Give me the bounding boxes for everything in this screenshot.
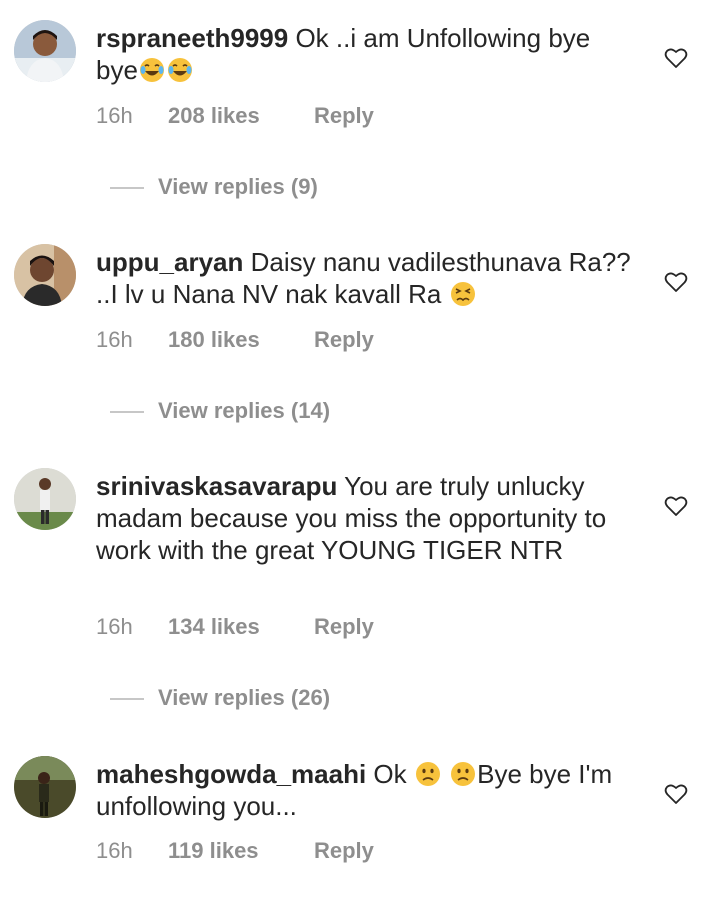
view-replies-label: View replies (14) [158, 398, 331, 423]
reply-button[interactable]: Reply [314, 614, 374, 640]
comment-meta: 16h 134 likes Reply [96, 614, 374, 640]
reply-button[interactable]: Reply [314, 103, 374, 129]
frowning-face-emoji-icon [415, 762, 440, 786]
comment-time: 16h [96, 327, 133, 352]
comment-time: 16h [96, 614, 133, 639]
comment-meta: 16h 208 likes Reply [96, 103, 374, 129]
comment-body: rspraneeth9999 Ok ..i am Unfollowing bye… [96, 22, 631, 86]
comment-username[interactable]: rspraneeth9999 [96, 23, 288, 53]
comment-body: srinivaskasavarapu You are truly unlucky… [96, 470, 631, 566]
heart-outline-icon[interactable] [664, 47, 688, 69]
avatar[interactable] [14, 244, 76, 306]
laughing-emoji-icon [139, 58, 164, 82]
heart-outline-icon[interactable] [664, 495, 688, 517]
comment-body: uppu_aryan Daisy nanu vadilesthunava Ra?… [96, 246, 631, 310]
comment-meta: 16h 119 likes Reply [96, 838, 374, 864]
heart-outline-icon[interactable] [664, 783, 688, 805]
view-replies-label: View replies (26) [158, 685, 331, 710]
divider-line [110, 187, 144, 190]
reply-button[interactable]: Reply [314, 838, 374, 864]
heart-outline-icon[interactable] [664, 271, 688, 293]
likes-count[interactable]: 208 likes [168, 103, 314, 129]
avatar[interactable] [14, 756, 76, 818]
frowning-face-emoji-icon [451, 762, 476, 786]
comment-time: 16h [96, 103, 133, 128]
comment-body: maheshgowda_maahi Ok Bye bye I'm unfollo… [96, 758, 631, 822]
comment-text: Ok [366, 759, 414, 789]
view-replies-label: View replies (9) [158, 174, 318, 199]
reply-button[interactable]: Reply [314, 327, 374, 353]
avatar[interactable] [14, 468, 76, 530]
comment-username[interactable]: maheshgowda_maahi [96, 759, 366, 789]
view-replies-button[interactable]: View replies (9) [110, 174, 318, 200]
avatar[interactable] [14, 20, 76, 82]
likes-count[interactable]: 180 likes [168, 327, 314, 353]
laughing-emoji-icon [167, 58, 192, 82]
persevering-face-emoji-icon [450, 282, 475, 306]
comment-meta: 16h 180 likes Reply [96, 327, 374, 353]
likes-count[interactable]: 134 likes [168, 614, 314, 640]
likes-count[interactable]: 119 likes [168, 838, 314, 864]
comment-time: 16h [96, 838, 133, 863]
divider-line [110, 698, 144, 701]
view-replies-button[interactable]: View replies (14) [110, 398, 330, 424]
comment-username[interactable]: uppu_aryan [96, 247, 243, 277]
comment-username[interactable]: srinivaskasavarapu [96, 471, 337, 501]
divider-line [110, 411, 144, 414]
view-replies-button[interactable]: View replies (26) [110, 685, 330, 711]
